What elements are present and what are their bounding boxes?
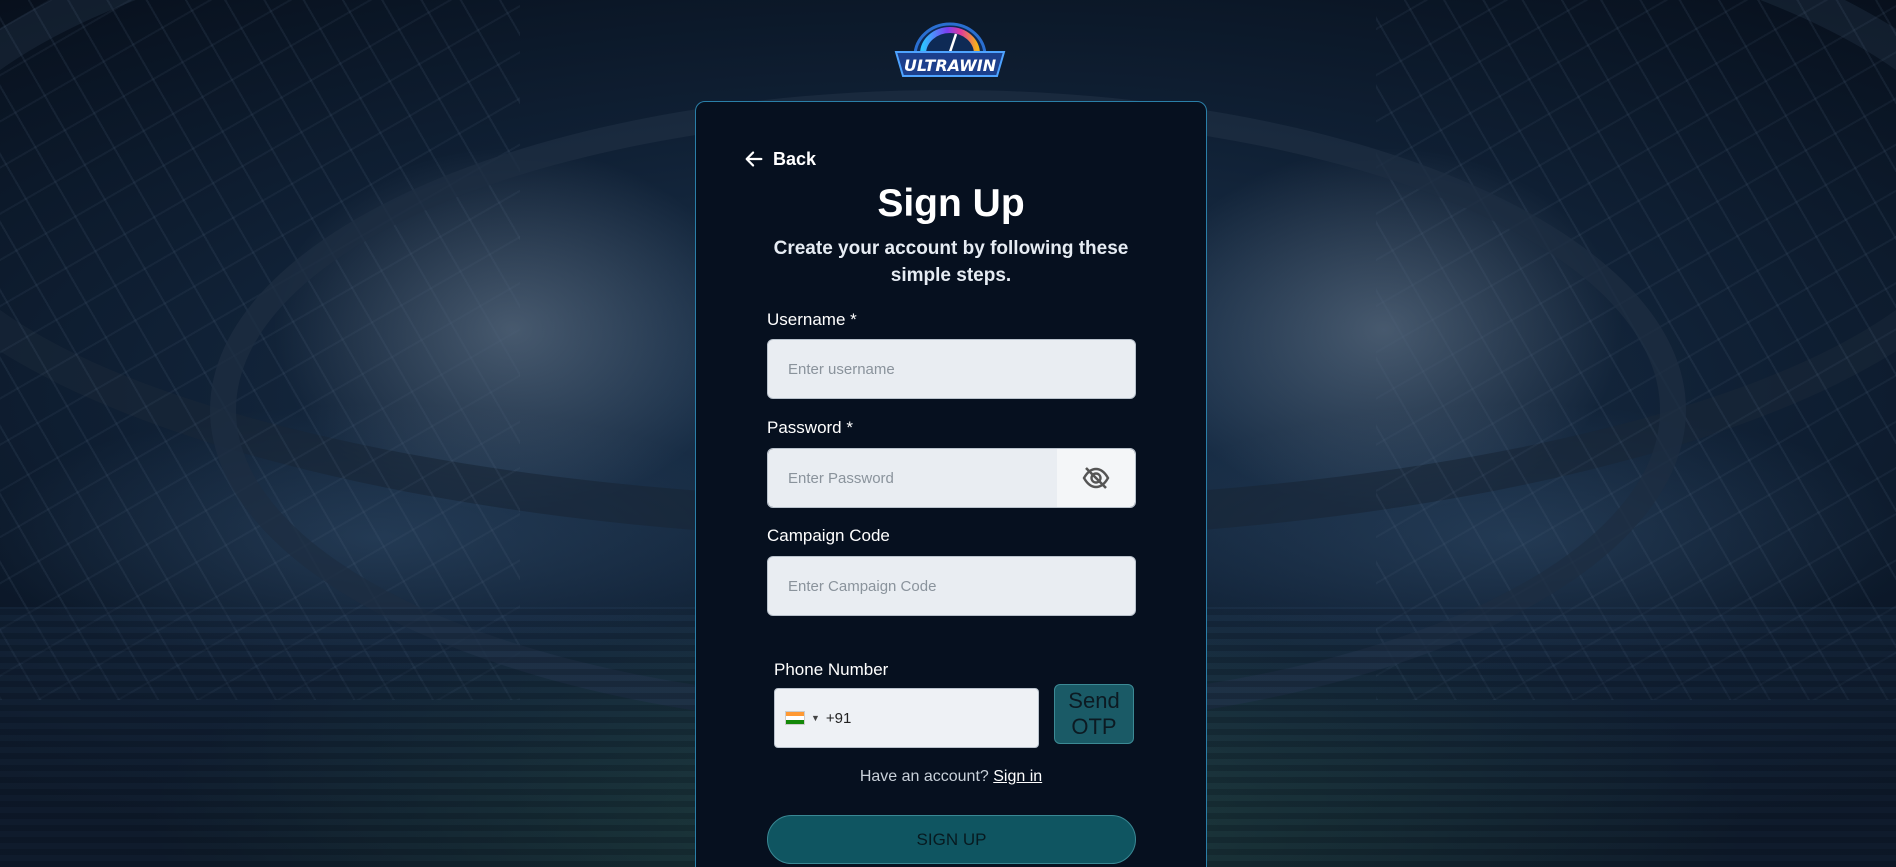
eye-off-icon bbox=[1082, 467, 1110, 489]
password-field bbox=[767, 448, 1136, 508]
chevron-down-icon[interactable]: ▼ bbox=[811, 713, 820, 723]
logo-text: ULTRAWIN bbox=[904, 56, 997, 75]
arrow-left-icon bbox=[745, 151, 763, 167]
ultrawin-logo: ULTRAWIN bbox=[893, 18, 1007, 80]
password-toggle-button[interactable] bbox=[1057, 449, 1135, 507]
sign-in-link[interactable]: Sign in bbox=[993, 768, 1042, 785]
password-label: Password * bbox=[767, 418, 853, 437]
campaign-code-input[interactable] bbox=[767, 556, 1136, 616]
password-input[interactable] bbox=[768, 449, 1057, 507]
sign-up-button[interactable]: SIGN UP bbox=[767, 815, 1136, 864]
page-subtitle: Create your account by following these s… bbox=[773, 238, 1129, 286]
send-otp-button[interactable]: Send OTP bbox=[1054, 684, 1134, 744]
page-title: Sign Up bbox=[877, 182, 1025, 225]
signup-card: Back Sign Up Create your account by foll… bbox=[695, 101, 1207, 867]
username-label: Username * bbox=[767, 310, 857, 329]
back-button[interactable]: Back bbox=[743, 148, 816, 170]
india-flag-icon[interactable] bbox=[785, 711, 805, 725]
have-account-text: Have an account? Sign in bbox=[696, 768, 1206, 786]
back-label: Back bbox=[773, 148, 817, 169]
phone-label: Phone Number bbox=[774, 660, 889, 679]
phone-field: ▼ bbox=[774, 688, 1039, 748]
phone-input[interactable] bbox=[825, 709, 986, 727]
have-account-label: Have an account? bbox=[859, 768, 989, 785]
username-input[interactable] bbox=[767, 339, 1136, 399]
campaign-label: Campaign Code bbox=[767, 526, 890, 545]
